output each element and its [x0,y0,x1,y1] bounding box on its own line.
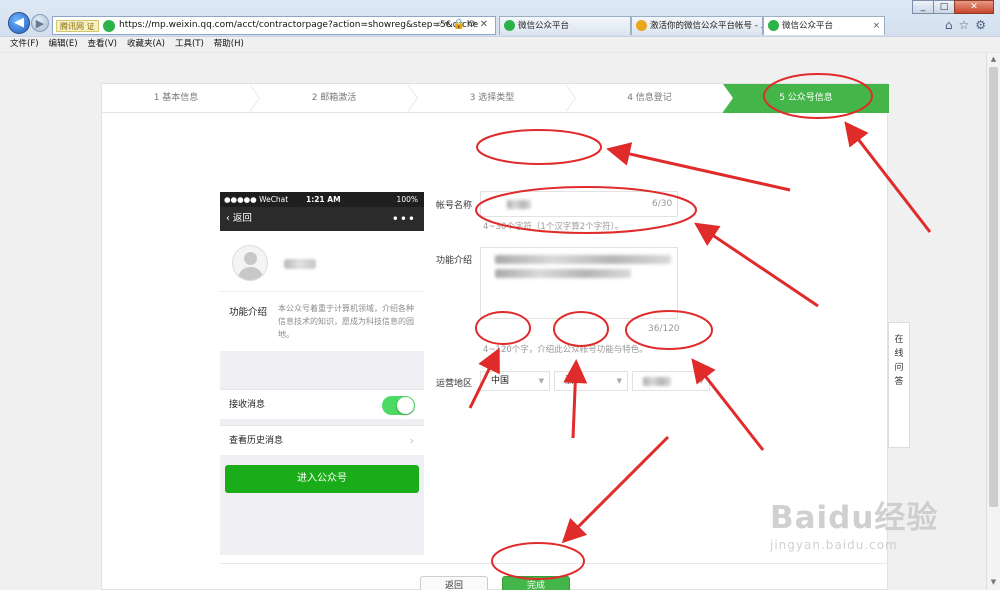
history-messages-row: 查看历史消息 › [220,425,424,455]
online-qa-button[interactable]: 在线问答 [888,322,910,448]
phone-profile [220,231,424,291]
step-progress: 1 基本信息 2 邮箱激活 3 选择类型 4 信息登记 5 公众号信息 [102,83,889,113]
chevron-left-icon: ‹ [226,213,233,224]
battery-label: 100% [396,195,418,204]
phone-time: 1:21 AM [306,195,341,204]
blurred-intro-line-1 [495,255,671,264]
intro-field-label: 功能介绍 [436,256,473,266]
minimize-icon[interactable]: _ [912,0,934,14]
country-value: 中国 [491,376,510,386]
history-messages-label: 查看历史消息 [229,436,284,446]
receive-messages-row: 接收消息 [220,389,424,419]
phone-status-bar: ●●●●● WeChat 1:21 AM 100% [220,192,424,207]
step-divider [249,83,260,112]
forward-arrow-icon[interactable]: ▶ [31,14,49,32]
watermark-subtitle: jingyan.baidu.com [770,538,898,552]
step-divider [407,83,418,112]
wechat-tab-icon [768,20,779,31]
chevron-right-icon: › [409,434,414,447]
blurred-account-name [284,259,316,269]
online-qa-label: 在线问答 [894,335,904,387]
phone-nav-bar: ‹ 返回 ••• [220,207,424,231]
receive-messages-label: 接收消息 [229,400,266,410]
address-bar[interactable]: 腾讯网 证 https://mp.weixin.qq.com/acct/cont… [52,16,496,35]
dropdown-caret-icon: ▼ [538,377,544,385]
site-verify-badge: 腾讯网 证 [56,20,99,32]
receive-messages-toggle [382,396,415,415]
tab-1[interactable]: 微信公众平台 [499,16,631,35]
close-window-icon[interactable]: ✕ [954,0,994,14]
tab-close-icon[interactable]: × [873,17,880,35]
account-name-input[interactable] [480,191,678,217]
wechat-tab-icon [504,20,515,31]
tab-label: 激活你的微信公众平台帐号 - ... [650,21,763,31]
tab-label: 微信公众平台 [782,21,834,31]
blurred-account-name-value [507,200,531,209]
city-select[interactable]: ▼ [632,371,710,391]
carrier-label: ●●●●● WeChat [224,195,289,204]
dropdown-caret-icon: ▼ [616,377,622,385]
baidu-watermark: Baidu经验 jingyan.baidu.com [770,486,980,566]
intro-hint: 4~120个字，介绍此公众帐号功能与特色。 [483,345,648,355]
back-arrow-icon[interactable]: ◀ [8,12,30,34]
page-scrollbar[interactable]: ▲ ▼ [986,53,1000,590]
province-value: 浙江 [565,376,584,386]
phone-intro-section: 功能介绍 本公众号着重于计算机领域，介绍各种信息技术的知识，愿成为科技信息的园地… [220,291,424,351]
account-name-hint: 4~30个字符（1个汉字算2个字符）。 [483,222,624,232]
tab-3-active[interactable]: 微信公众平台 × [763,16,885,35]
wechat-site-icon [103,20,115,32]
done-button[interactable]: 完成 [502,576,570,590]
enter-account-button: 进入公众号 [225,465,419,493]
menu-tools[interactable]: 工具(T) [170,37,209,52]
menu-file[interactable]: 文件(F) [0,37,44,52]
menu-help[interactable]: 帮助(H) [209,37,249,52]
step-4: 4 信息登记 [627,93,672,103]
address-url[interactable]: https://mp.weixin.qq.com/acct/contractor… [119,20,478,30]
phone-back-label: 返回 [232,213,252,224]
scroll-down-icon[interactable]: ▼ [989,578,998,588]
intro-label: 功能介绍 [229,307,268,318]
maximize-icon[interactable]: □ [933,0,955,14]
watermark-title: Baidu经验 [770,500,939,536]
menu-edit[interactable]: 编辑(E) [44,37,83,52]
intro-counter: 36/120 [648,324,680,334]
browser-toolbar-icons[interactable]: ⌂☆⚙ [945,18,992,32]
page-tab-icon [636,20,647,31]
intro-textarea[interactable] [480,247,678,319]
tab-label: 微信公众平台 [518,21,570,31]
step-1: 1 基本信息 [153,93,199,103]
more-icon: ••• [391,212,416,226]
phone-preview: ●●●●● WeChat 1:21 AM 100% ‹ 返回 ••• 功能介绍 … [220,192,424,555]
menu-view[interactable]: 查看(V) [83,37,122,52]
menu-favorites[interactable]: 收藏夹(A) [122,37,170,52]
account-name-label: 帐号名称 [436,201,473,211]
tab-2[interactable]: 激活你的微信公众平台帐号 - ... [631,16,763,35]
back-button[interactable]: 返回 [420,576,488,590]
scroll-thumb[interactable] [989,67,998,507]
intro-text: 本公众号着重于计算机领域，介绍各种信息技术的知识，愿成为科技信息的园地。 [278,304,414,339]
step-2: 2 邮箱激活 [311,93,357,103]
blurred-city-value [643,377,671,386]
step-3: 3 选择类型 [469,93,515,103]
region-label: 运营地区 [436,379,473,389]
account-name-counter: 6/30 [652,199,673,209]
browser-chrome: ◀ ▶ 腾讯网 证 https://mp.weixin.qq.com/acct/… [0,0,1000,52]
phone-back-button: ‹ 返回 [226,207,252,231]
menu-bar: 文件(F) 编辑(E) 查看(V) 收藏夹(A) 工具(T) 帮助(H) [0,36,1000,52]
step-divider [565,83,576,112]
step-5-active: 5 公众号信息 [723,84,889,113]
step-divider [723,84,733,112]
window-controls: _ □ ✕ [912,0,994,14]
avatar [232,245,268,281]
province-select[interactable]: 浙江 ▼ [554,371,628,391]
scroll-up-icon[interactable]: ▲ [989,55,998,65]
blurred-intro-line-2 [495,269,631,278]
country-select[interactable]: 中国 ▼ [480,371,550,391]
address-tools-icons[interactable]: ⌕▾🔒⟳✕ [436,19,491,30]
dropdown-caret-icon: ▼ [698,377,704,385]
